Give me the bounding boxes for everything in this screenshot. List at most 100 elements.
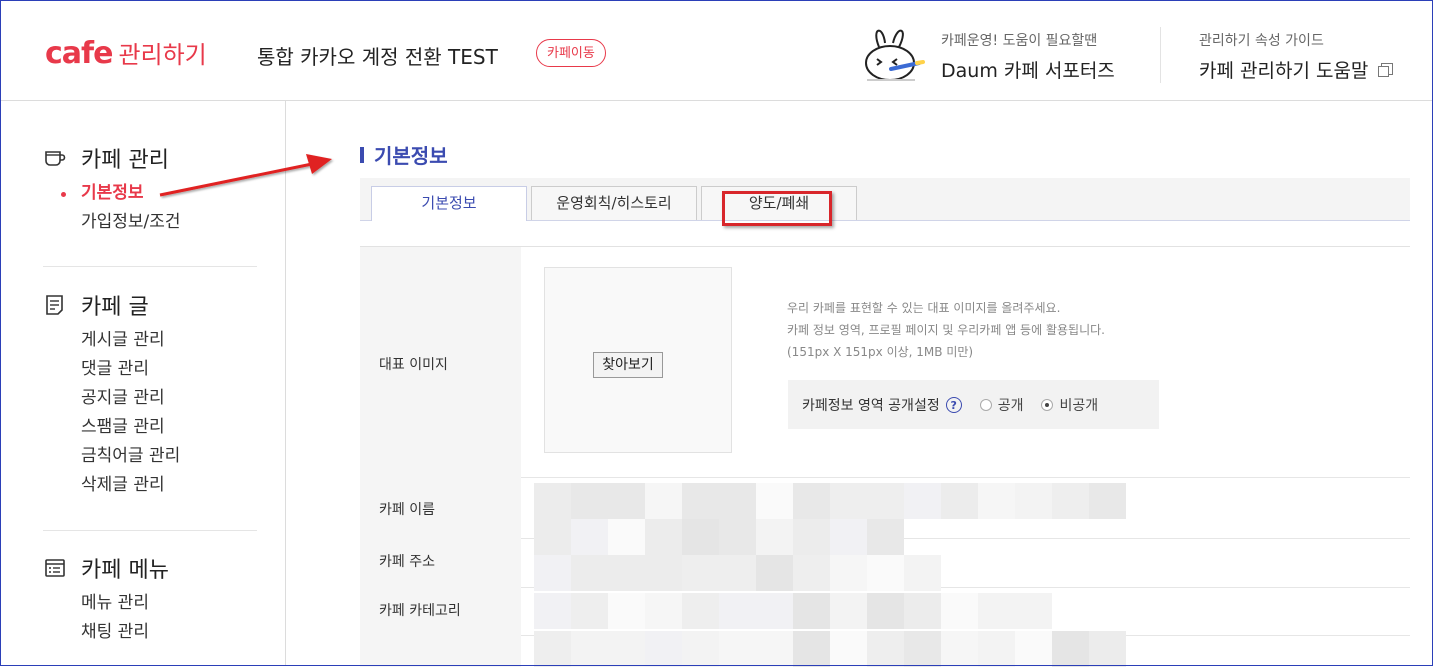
sidebar-item-join-info[interactable]: 가입정보/조건 <box>43 208 257 237</box>
redacted-pixel-block <box>941 631 978 667</box>
redacted-pixel-block <box>978 631 1015 667</box>
find-image-button[interactable]: 찾아보기 <box>593 352 663 378</box>
document-icon <box>46 295 63 315</box>
redacted-pixel-block <box>608 631 645 667</box>
redacted-pixel-block <box>534 555 571 591</box>
sidebar-section-label: 카페 메뉴 <box>81 558 169 583</box>
desc-line: (151px X 151px 이상, 1MB 미만) <box>787 345 974 359</box>
redacted-pixel-block <box>1015 631 1052 667</box>
redacted-pixel-block <box>793 483 830 519</box>
help-guide-label: 카페 관리하기 도움말 <box>1199 60 1369 82</box>
redacted-pixel-block <box>571 519 608 555</box>
supporters-link[interactable]: Daum 카페 서포터즈 <box>941 56 1115 83</box>
redacted-pixel-block <box>719 593 756 629</box>
redacted-pixel-block <box>719 483 756 519</box>
redacted-pixel-block <box>571 483 608 519</box>
redacted-pixel-block <box>645 519 682 555</box>
sidebar-item-menu-manage[interactable]: 메뉴 관리 <box>43 589 257 618</box>
redacted-pixel-block <box>904 555 941 591</box>
redacted-pixel-block <box>682 593 719 629</box>
redacted-pixel-block <box>867 593 904 629</box>
radio-private-label: 비공개 <box>1059 397 1099 414</box>
title-accent-bar <box>360 146 364 163</box>
tab-basic-info[interactable]: 기본정보 <box>371 186 527 221</box>
page-title: 기본정보 <box>360 140 448 169</box>
redacted-pixel-block <box>682 631 719 667</box>
redacted-pixel-block <box>645 555 682 591</box>
sidebar-section-title: 카페 글 <box>43 290 257 320</box>
sidebar-section-cafe-posts: 카페 글 게시글 관리 댓글 관리 공지글 관리 스팸글 관리 금칙어글 관리 … <box>43 290 257 500</box>
help-guide-link[interactable]: 카페 관리하기 도움말 <box>1199 56 1394 83</box>
sidebar-item-spam[interactable]: 스팸글 관리 <box>43 413 257 442</box>
sidebar-item-deleted[interactable]: 삭제글 관리 <box>43 471 257 500</box>
sidebar-divider <box>43 266 257 267</box>
tab-rules-history[interactable]: 운영회칙/히스토리 <box>531 186 697 220</box>
redacted-pixel-block <box>682 519 719 555</box>
visibility-setting: 카페정보 영역 공개설정 ? 공개 비공개 <box>788 380 1159 429</box>
redacted-pixel-block <box>682 483 719 519</box>
redacted-pixel-block <box>830 519 867 555</box>
redacted-pixel-block <box>719 555 756 591</box>
cafe-name-title: 통합 카카오 계정 전환 TEST <box>257 45 498 69</box>
redacted-pixel-block <box>793 555 830 591</box>
redacted-pixel-block <box>645 631 682 667</box>
supporters-subtitle: 카페운영! 도움이 필요할땐 <box>941 33 1098 49</box>
redacted-pixel-block <box>756 555 793 591</box>
radio-public-circle <box>979 398 992 411</box>
sidebar-section-cafe-menu: 카페 메뉴 메뉴 관리 채팅 관리 <box>43 553 257 647</box>
redacted-pixel-block <box>941 593 978 629</box>
sidebar-item-posts[interactable]: 게시글 관리 <box>43 326 257 355</box>
redacted-pixel-block <box>719 519 756 555</box>
sidebar-item-notices[interactable]: 공지글 관리 <box>43 384 257 413</box>
cafe-category-label: 카페 카테고리 <box>379 603 461 619</box>
image-upload-box: 찾아보기 <box>544 267 732 453</box>
redacted-pixel-block <box>904 593 941 629</box>
redacted-pixel-block <box>756 593 793 629</box>
redacted-pixel-block <box>1015 593 1052 629</box>
redacted-pixel-block <box>608 593 645 629</box>
sidebar-item-chat-manage[interactable]: 채팅 관리 <box>43 618 257 647</box>
redacted-pixel-block <box>830 593 867 629</box>
redacted-pixel-block <box>830 631 867 667</box>
radio-public[interactable]: 공개 <box>979 395 1023 415</box>
radio-private-circle <box>1041 398 1054 411</box>
redacted-pixel-block <box>534 631 571 667</box>
redacted-pixel-block <box>793 593 830 629</box>
header-divider <box>1160 27 1161 83</box>
redacted-pixel-block <box>571 631 608 667</box>
row-divider <box>521 477 1410 478</box>
redacted-pixel-block <box>756 519 793 555</box>
redacted-pixel-block <box>904 483 941 519</box>
redacted-pixel-block <box>830 555 867 591</box>
sidebar-item-comments[interactable]: 댓글 관리 <box>43 355 257 384</box>
image-label: 대표 이미지 <box>379 357 448 373</box>
annotation-arrow <box>159 154 332 197</box>
redacted-pixel-block <box>645 483 682 519</box>
cafe-name-label: 카페 이름 <box>379 502 435 518</box>
redacted-pixel-block <box>534 483 571 519</box>
cafe-logo[interactable]: cafe 관리하기 <box>45 35 207 71</box>
cup-icon <box>45 151 66 166</box>
redacted-pixel-block <box>1089 631 1126 667</box>
sidebar-item-banned-words[interactable]: 금칙어글 관리 <box>43 442 257 471</box>
sidebar-divider <box>43 530 257 531</box>
redacted-pixel-block <box>608 555 645 591</box>
image-description: 우리 카페를 표현할 수 있는 대표 이미지를 올려주세요. 카페 정보 영역,… <box>787 297 1105 363</box>
redacted-pixel-block <box>1089 483 1126 519</box>
redacted-pixel-block <box>534 519 571 555</box>
redacted-pixel-block <box>941 483 978 519</box>
redacted-pixel-block <box>1052 631 1089 667</box>
redacted-pixel-block <box>904 631 941 667</box>
redacted-pixel-block <box>867 483 904 519</box>
sidebar-section-label: 카페 글 <box>81 295 149 320</box>
desc-line: 카페 정보 영역, 프로필 페이지 및 우리카페 앱 등에 활용됩니다. <box>787 323 1105 337</box>
page-title-text: 기본정보 <box>374 144 448 168</box>
redacted-pixel-block <box>978 483 1015 519</box>
redacted-pixel-block <box>534 593 571 629</box>
radio-private[interactable]: 비공개 <box>1041 395 1098 415</box>
redacted-pixel-block <box>867 519 904 555</box>
redacted-pixel-block <box>756 631 793 667</box>
cafe-move-button[interactable]: 카페이동 <box>536 39 606 67</box>
redacted-pixel-block <box>682 555 719 591</box>
help-icon[interactable]: ? <box>945 396 962 413</box>
